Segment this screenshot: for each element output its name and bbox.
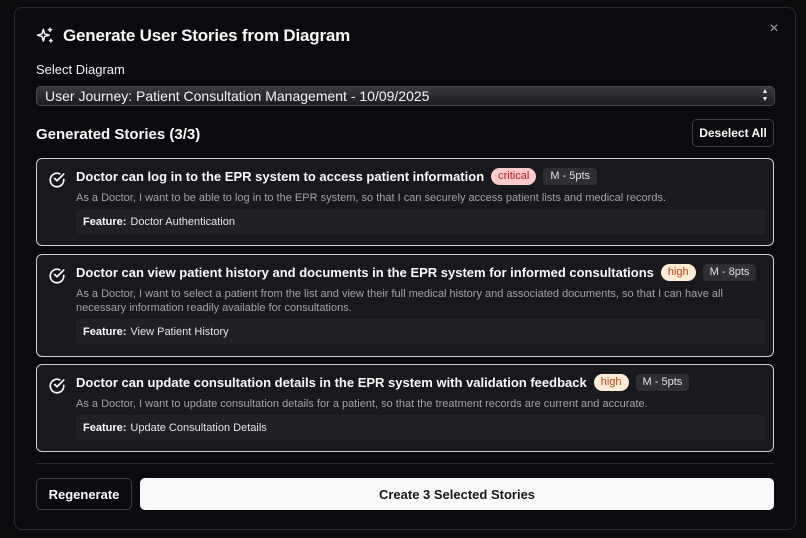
regenerate-button[interactable]: Regenerate [36,478,132,510]
story-card[interactable]: Doctor can update consultation details i… [36,364,774,452]
story-card[interactable]: Doctor can view patient history and docu… [36,254,774,357]
check-circle-icon[interactable] [48,171,66,189]
priority-badge: high [660,264,696,281]
story-title: Doctor can update consultation details i… [76,375,587,390]
feature-label: Feature: [83,215,127,228]
story-header: Doctor can log in to the EPR system to a… [76,168,598,185]
feature-value: Doctor Authentication [130,215,235,228]
dialog-title: Generate User Stories from Diagram [63,26,351,45]
story-description: As a Doctor, I want to update consultati… [76,398,648,410]
priority-badge: high [593,374,629,391]
sparkles-icon [36,27,53,43]
diagram-select[interactable]: User Journey: Patient Consultation Manag… [36,86,775,106]
feature-value: View Patient History [130,325,229,338]
footer-divider [36,463,774,464]
story-feature: Feature: Update Consultation Details [76,415,766,440]
create-stories-button[interactable]: Create 3 Selected Stories [140,478,774,510]
story-header: Doctor can update consultation details i… [76,374,690,391]
story-card[interactable]: Doctor can log in to the EPR system to a… [36,158,774,246]
story-feature: Feature: Doctor Authentication [76,209,766,234]
deselect-all-button[interactable]: Deselect All [692,119,774,147]
feature-value: Update Consultation Details [130,421,267,434]
check-circle-icon[interactable] [48,267,66,285]
generated-stories-heading: Generated Stories (3/3) [36,126,201,143]
select-arrows-icon: ▲ ▼ [761,88,769,103]
generate-stories-dialog: × Generate User Stories from Diagram Sel… [14,7,796,530]
feature-label: Feature: [83,421,127,434]
diagram-select-value: User Journey: Patient Consultation Manag… [45,88,430,104]
close-icon[interactable]: × [765,20,783,38]
points-badge: M - 5pts [635,374,690,391]
points-badge: M - 5pts [543,168,598,185]
feature-label: Feature: [83,325,127,338]
story-feature: Feature: View Patient History [76,319,766,344]
priority-badge: critical [491,168,537,185]
story-title: Doctor can view patient history and docu… [76,265,654,280]
story-header: Doctor can view patient history and docu… [76,264,757,281]
check-circle-icon[interactable] [48,377,66,395]
dialog-header: Generate User Stories from Diagram [35,26,350,46]
select-diagram-label: Select Diagram [36,62,125,77]
story-description: As a Doctor, I want to select a patient … [76,288,723,314]
story-description: As a Doctor, I want to be able to log in… [76,192,667,204]
points-badge: M - 8pts [702,264,757,281]
story-title: Doctor can log in to the EPR system to a… [76,169,485,184]
